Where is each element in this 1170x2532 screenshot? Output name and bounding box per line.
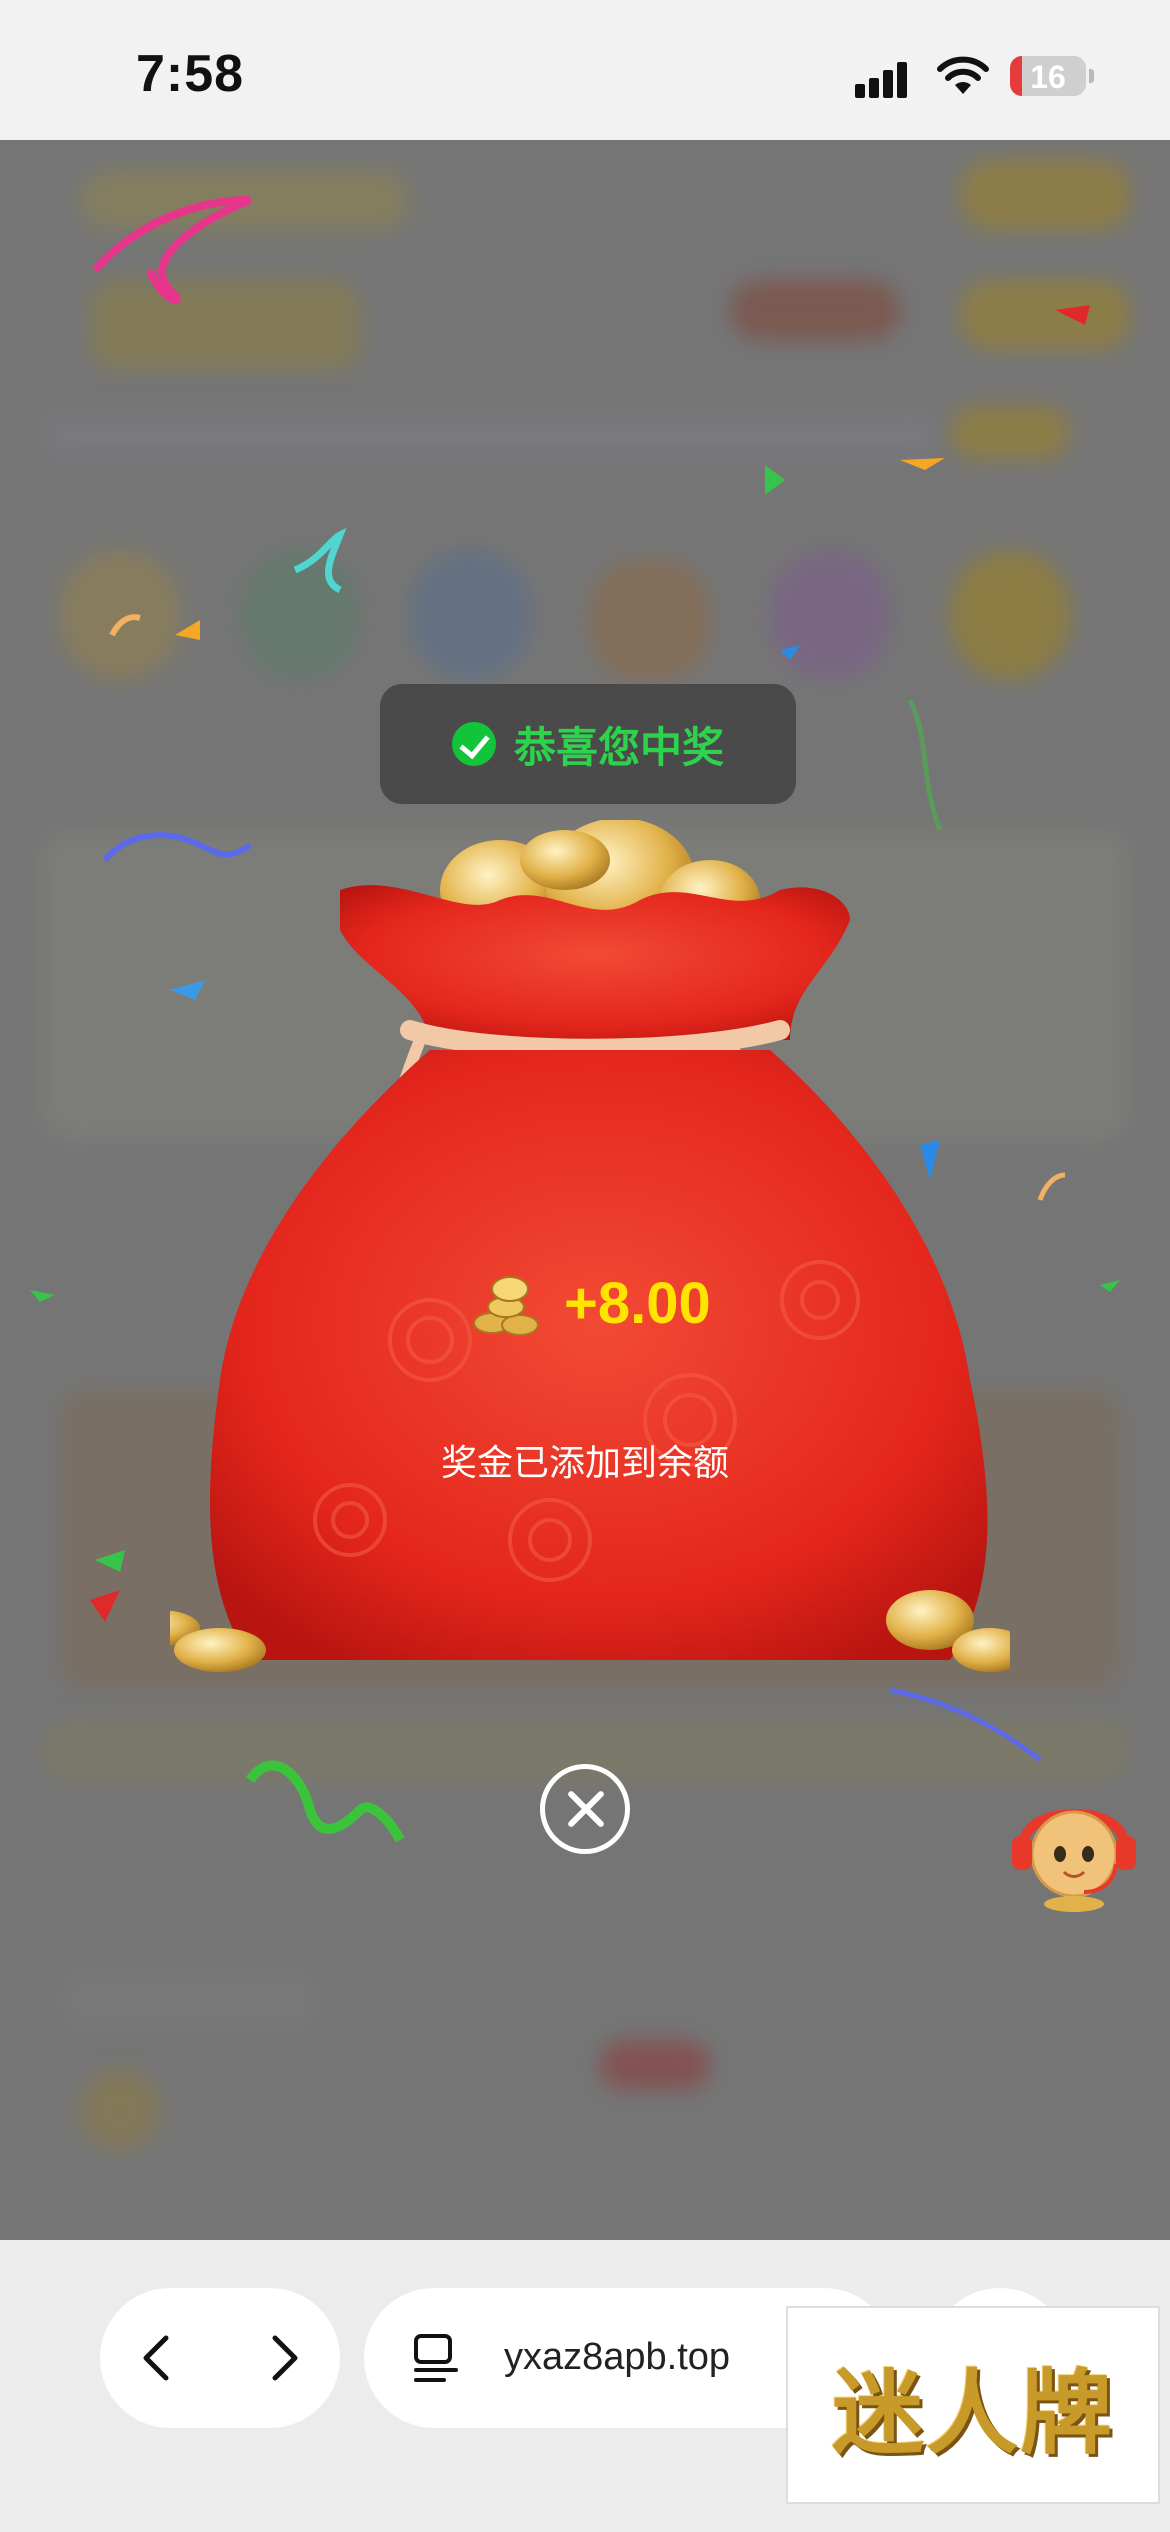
cellular-signal-icon — [855, 58, 915, 98]
toast-message: 恭喜您中奖 — [513, 723, 724, 771]
close-modal-button[interactable] — [540, 1764, 630, 1854]
forward-button[interactable] — [255, 2330, 311, 2386]
customer-service-mascot-icon[interactable] — [1004, 1784, 1144, 1914]
coin-stack-icon — [473, 1275, 539, 1336]
success-toast: 恭喜您中奖 — [380, 684, 796, 804]
reward-amount: +8.00 — [564, 1271, 711, 1336]
url-text[interactable]: yxaz8apb.top — [504, 2336, 730, 2379]
status-time: 7:58 — [136, 45, 245, 103]
reward-note: 奖金已添加到余额 — [440, 1442, 729, 1483]
reward-amount-row: +8.00 — [470, 1270, 711, 1337]
watermark-text: 迷人牌 — [831, 2358, 1114, 2467]
check-circle-icon — [451, 722, 496, 766]
battery-icon: 16 — [1010, 56, 1086, 96]
back-button[interactable] — [130, 2330, 186, 2386]
watermark-logo: 迷人牌 — [786, 2306, 1160, 2504]
wifi-icon — [937, 56, 989, 94]
battery-level: 16 — [1030, 59, 1066, 95]
status-bar: 7:58 16 — [0, 0, 1170, 140]
tabs-icon[interactable] — [408, 2330, 464, 2386]
